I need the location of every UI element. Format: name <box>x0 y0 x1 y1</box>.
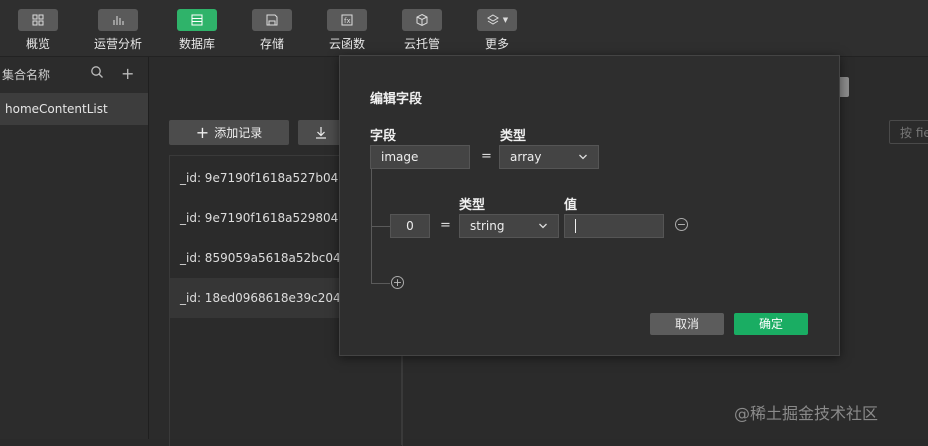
function-icon: fx <box>327 9 367 31</box>
toolbar-label: 数据库 <box>178 37 215 51</box>
download-icon <box>315 127 326 139</box>
toolbar-item-overview[interactable]: 概览 <box>8 9 68 52</box>
cube-icon <box>402 9 442 31</box>
edit-field-dialog: 编辑字段 字段 类型 image = array 类型 值 0 = string… <box>339 55 840 356</box>
item-type-label: 类型 <box>459 198 486 213</box>
cancel-button[interactable]: 取消 <box>650 313 724 335</box>
add-record-button[interactable]: + 添加记录 <box>169 120 289 145</box>
tree-line <box>371 226 390 227</box>
toolbar-label: 概览 <box>25 37 50 51</box>
item-value-input[interactable] <box>564 214 664 238</box>
layers-icon: ▼ <box>477 9 517 31</box>
sidebar-item-collection[interactable]: homeContentList <box>0 93 148 125</box>
toolbar-item-storage[interactable]: 存储 <box>242 9 302 52</box>
text-cursor <box>575 219 576 233</box>
database-icon <box>177 9 217 31</box>
toolbar-label: 存储 <box>259 37 284 51</box>
tree-line <box>371 283 390 284</box>
import-button[interactable] <box>298 120 343 145</box>
field-label: 字段 <box>370 129 397 144</box>
item-value-label: 值 <box>564 198 578 213</box>
confirm-button[interactable]: 确定 <box>734 313 808 335</box>
collections-sidebar: 集合名称 + homeContentList <box>0 57 149 439</box>
chevron-down-icon <box>539 223 547 229</box>
add-collection-icon[interactable]: + <box>121 64 134 83</box>
toolbar-label: 云托管 <box>403 37 440 51</box>
toolbar-item-more[interactable]: ▼ 更多 <box>467 9 527 52</box>
sidebar-header-title: 集合名称 <box>2 68 51 82</box>
save-icon <box>252 9 292 31</box>
remove-item-icon[interactable]: − <box>675 218 688 231</box>
add-record-label: 添加记录 <box>214 126 263 140</box>
toolbar-item-functions[interactable]: fx 云函数 <box>317 9 377 52</box>
item-type-value: string <box>470 219 505 233</box>
toolbar-item-hosting[interactable]: 云托管 <box>392 9 452 52</box>
toolbar-label: 云函数 <box>328 37 365 51</box>
toolbar-item-database[interactable]: 数据库 <box>167 9 227 52</box>
toolbar-label: 更多 <box>484 37 509 51</box>
toolbar-label: 运营分析 <box>93 37 142 51</box>
add-item-icon[interactable]: + <box>391 276 404 289</box>
dialog-title: 编辑字段 <box>370 92 423 107</box>
field-type-value: array <box>510 150 542 164</box>
caret-down-icon: ▼ <box>502 16 509 24</box>
svg-text:fx: fx <box>344 17 351 25</box>
bar-chart-icon <box>98 9 138 31</box>
top-toolbar: 概览 运营分析 数据库 存储 fx 云函数 云托管 ▼ 更多 <box>0 0 928 57</box>
type-label: 类型 <box>500 129 527 144</box>
item-type-select[interactable]: string <box>459 214 559 238</box>
sidebar-header: 集合名称 + <box>0 63 148 85</box>
equals-sign: = <box>440 218 451 233</box>
plus-icon: + <box>195 123 210 142</box>
search-icon[interactable] <box>90 65 104 82</box>
array-index: 0 <box>390 214 430 238</box>
field-name-input[interactable]: image <box>370 145 470 169</box>
watermark: @稀土掘金技术社区 <box>734 404 879 423</box>
grid-icon <box>18 9 58 31</box>
filter-input[interactable]: 按 fie <box>889 120 928 144</box>
toolbar-item-analytics[interactable]: 运营分析 <box>88 9 148 52</box>
equals-sign: = <box>481 149 492 164</box>
chevron-down-icon <box>579 154 587 160</box>
field-type-select[interactable]: array <box>499 145 599 169</box>
